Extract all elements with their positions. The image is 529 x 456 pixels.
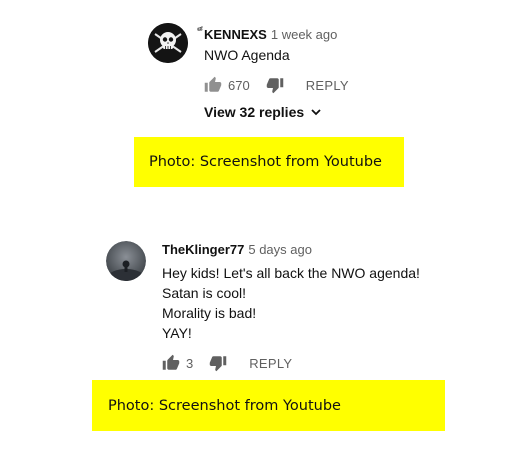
comment-header: ็KENNEXS 1 week ago [204, 24, 337, 45]
comment-2: TheKlinger77 5 days ago Hey kids! Let's a… [0, 230, 529, 380]
thumbs-down-icon[interactable] [266, 76, 284, 94]
comment-text: Hey kids! Let's all back the NWO agenda!… [162, 263, 420, 343]
comment-text-line: NWO Agenda [204, 47, 290, 63]
author-name[interactable]: ็KENNEXS [204, 27, 267, 42]
comment-text-line: Morality is bad! [162, 305, 257, 321]
like-count: 3 [186, 355, 194, 371]
timestamp[interactable]: 5 days ago [248, 242, 312, 257]
thumbs-up-icon[interactable] [162, 354, 180, 372]
jolly-roger-skull-icon [148, 23, 188, 63]
author-name[interactable]: TheKlinger77 [162, 242, 244, 257]
view-replies-label: View 32 replies [204, 104, 305, 120]
thumbs-down-icon[interactable] [209, 354, 227, 372]
reply-button[interactable]: REPLY [249, 356, 292, 371]
comment-text-line: Hey kids! Let's all back the NWO agenda! [162, 265, 420, 281]
reply-button[interactable]: REPLY [306, 78, 349, 93]
comment-text: NWO Agenda [204, 45, 290, 65]
comment-actions: 670 REPLY [204, 76, 349, 94]
caption-text: Photo: Screenshot from Youtube [108, 397, 341, 414]
view-replies-button[interactable]: View 32 replies [204, 104, 322, 120]
comment-text-line: Satan is cool! [162, 285, 247, 301]
like-count: 670 [228, 77, 250, 93]
photo-caption: Photo: Screenshot from Youtube [92, 380, 445, 431]
comment-header: TheKlinger77 5 days ago [162, 242, 312, 257]
comment-1: ็KENNEXS 1 week ago NWO Agenda 670 REPLY … [0, 0, 529, 130]
thumbs-up-icon[interactable] [204, 76, 222, 94]
avatar-theklinger77[interactable] [106, 241, 146, 281]
comment-actions: 3 REPLY [162, 354, 292, 372]
chevron-down-icon [310, 106, 322, 118]
photo-caption: Photo: Screenshot from Youtube [134, 137, 404, 187]
profile-photo-icon [106, 241, 146, 281]
timestamp[interactable]: 1 week ago [271, 27, 338, 42]
caption-text: Photo: Screenshot from Youtube [149, 154, 382, 170]
comment-text-line: YAY! [162, 325, 192, 341]
avatar-kennexs[interactable] [148, 23, 188, 63]
